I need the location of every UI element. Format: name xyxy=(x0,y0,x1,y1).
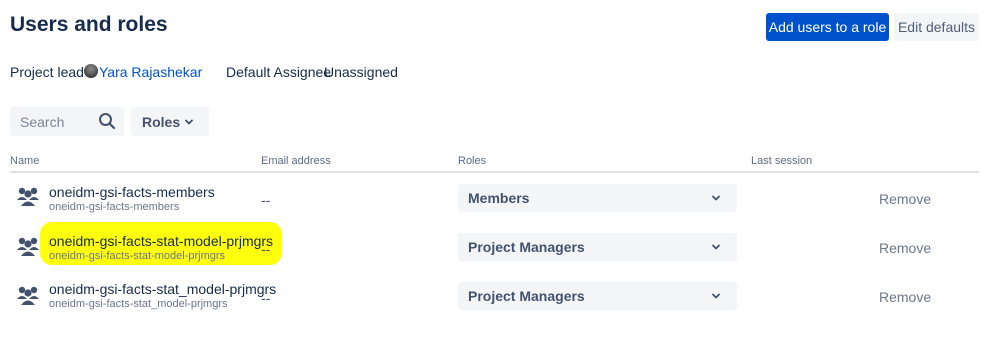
group-icon xyxy=(17,237,39,256)
email-value: -- xyxy=(261,192,271,208)
remove-button[interactable]: Remove xyxy=(879,191,931,207)
chevron-down-icon xyxy=(712,195,720,201)
table-row: oneidm-gsi-facts-stat-model-prjmgrs onei… xyxy=(0,224,998,273)
group-icon xyxy=(17,187,39,206)
table-row: oneidm-gsi-facts-members oneidm-gsi-fact… xyxy=(0,175,998,224)
page-title: Users and roles xyxy=(10,13,168,36)
role-select[interactable]: Members xyxy=(458,184,737,212)
search-placeholder: Search xyxy=(20,114,65,130)
group-subname: oneidm-gsi-facts-members xyxy=(49,201,180,213)
role-select-value: Members xyxy=(468,190,530,206)
email-value: -- xyxy=(261,241,271,257)
group-name[interactable]: oneidm-gsi-facts-members xyxy=(49,184,215,200)
edit-defaults-button[interactable]: Edit defaults xyxy=(894,13,979,41)
column-header-last-session: Last session xyxy=(751,155,813,167)
avatar xyxy=(84,64,98,78)
column-header-name: Name xyxy=(10,155,40,167)
role-select-value: Project Managers xyxy=(468,288,585,304)
chevron-down-icon xyxy=(185,119,193,125)
search-input[interactable]: Search xyxy=(10,107,124,136)
role-select[interactable]: Project Managers xyxy=(458,282,737,310)
role-select-value: Project Managers xyxy=(468,239,585,255)
default-assignee-value: Unassigned xyxy=(324,64,398,80)
remove-button[interactable]: Remove xyxy=(879,240,931,256)
column-header-email: Email address xyxy=(261,155,331,167)
group-icon xyxy=(17,286,39,305)
remove-button[interactable]: Remove xyxy=(879,289,931,305)
default-assignee-label: Default Assignee xyxy=(226,64,332,80)
project-lead-link[interactable]: Yara Rajashekar xyxy=(99,64,202,80)
roles-filter-label: Roles xyxy=(142,114,181,130)
group-subname: oneidm-gsi-facts-stat_model-prjmgrs xyxy=(49,298,228,310)
search-icon xyxy=(99,113,116,130)
chevron-down-icon xyxy=(712,293,720,299)
table-header-divider xyxy=(10,171,979,173)
group-subname: oneidm-gsi-facts-stat-model-prjmgrs xyxy=(49,250,226,262)
roles-filter-dropdown[interactable]: Roles xyxy=(131,107,209,136)
group-name[interactable]: oneidm-gsi-facts-stat-model-prjmgrs xyxy=(49,233,273,249)
add-users-to-role-button[interactable]: Add users to a role xyxy=(766,13,889,41)
email-value: -- xyxy=(261,290,271,306)
project-lead-label: Project lead xyxy=(10,64,84,80)
table-row: oneidm-gsi-facts-stat_model-prjmgrs onei… xyxy=(0,273,998,322)
role-select[interactable]: Project Managers xyxy=(458,233,737,261)
column-header-roles: Roles xyxy=(458,155,487,167)
group-name[interactable]: oneidm-gsi-facts-stat_model-prjmgrs xyxy=(49,281,276,297)
chevron-down-icon xyxy=(712,244,720,250)
